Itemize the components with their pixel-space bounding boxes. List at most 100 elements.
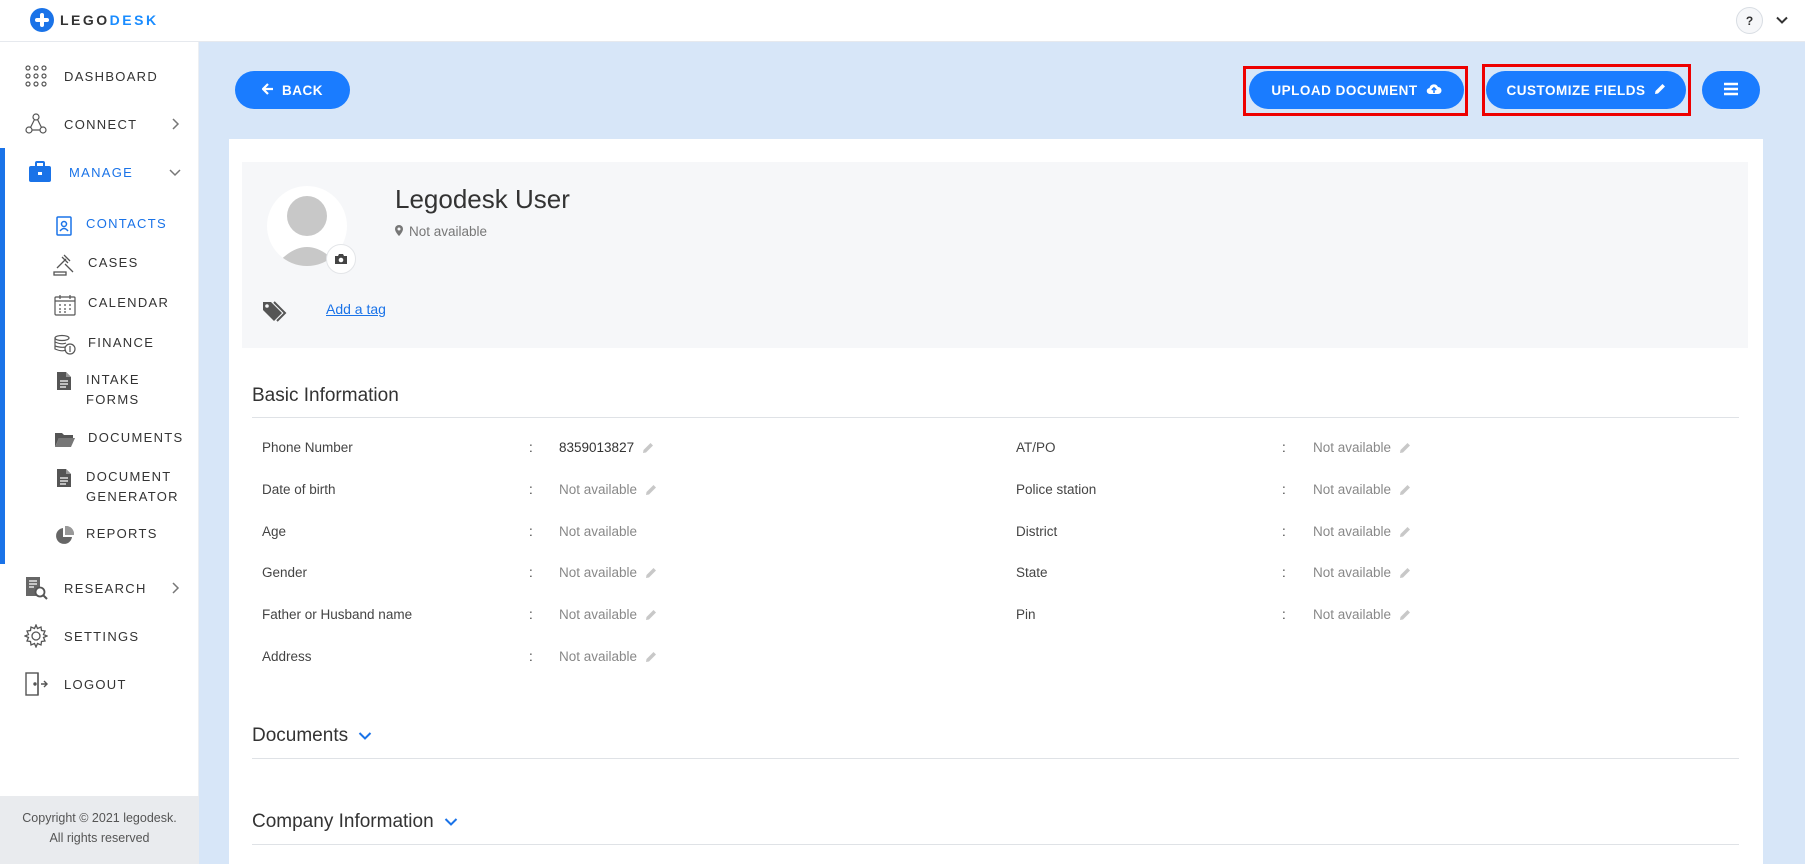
- field-value-district: Not available: [1313, 524, 1411, 539]
- sidebar-item-label: CONTACTS: [86, 216, 167, 231]
- upload-document-label: UPLOAD DOCUMENT: [1271, 82, 1418, 98]
- edit-pencil-icon[interactable]: [642, 442, 654, 454]
- section-toggle-company-information[interactable]: Company Information: [252, 811, 458, 833]
- chevron-down-icon[interactable]: [1772, 10, 1792, 30]
- sidebar-item-label: DASHBOARD: [64, 68, 159, 84]
- chevron-down-icon: [444, 811, 458, 833]
- field-value-phone-number: 8359013827: [559, 440, 654, 455]
- field-separator: :: [1282, 565, 1286, 580]
- sidebar-item-research[interactable]: RESEARCH: [0, 570, 199, 606]
- field-separator: :: [1282, 440, 1286, 455]
- sidebar-item-label: CASES: [88, 255, 139, 270]
- field-separator: :: [529, 440, 533, 455]
- document-icon: [52, 369, 76, 393]
- hamburger-menu-icon: [1723, 82, 1739, 99]
- active-section-indicator: [0, 148, 5, 564]
- sidebar-item-label: MANAGE: [69, 164, 134, 180]
- camera-icon[interactable]: [326, 244, 356, 274]
- sidebar-item-label: DOCUMENTS: [88, 430, 184, 445]
- field-separator: :: [529, 565, 533, 580]
- field-value-father-or-husband-name: Not available: [559, 607, 657, 622]
- profile-header: Legodesk User Not available Add a tag: [242, 162, 1748, 348]
- sidebar-item-label: DOCUMENT GENERATOR: [86, 469, 179, 504]
- contact-name: Legodesk User: [395, 184, 570, 214]
- contact-location: Not available: [395, 224, 487, 239]
- top-bar: LEGODESK ?: [0, 0, 1805, 42]
- section-title-company-information: Company Information: [252, 811, 434, 832]
- field-value-date-of-birth: Not available: [559, 482, 657, 497]
- edit-pencil-icon[interactable]: [1399, 609, 1411, 621]
- sidebar-item-dashboard[interactable]: DASHBOARD: [0, 58, 199, 94]
- gear-icon: [24, 624, 48, 648]
- field-label-date-of-birth: Date of birth: [262, 482, 336, 497]
- field-separator: :: [1282, 607, 1286, 622]
- section-divider: [252, 844, 1739, 845]
- network-icon: [24, 112, 48, 136]
- edit-pencil-icon[interactable]: [645, 484, 657, 496]
- field-label-at-po: AT/PO: [1016, 440, 1056, 455]
- sidebar-item-manage[interactable]: MANAGE: [0, 154, 199, 190]
- contact-card-icon: [52, 214, 76, 238]
- field-label-pin: Pin: [1016, 607, 1036, 622]
- copyright-notice: Copyright © 2021 legodesk. All rights re…: [0, 796, 199, 864]
- section-title-basic-information: Basic Information: [252, 385, 399, 406]
- grid-icon: [24, 64, 48, 88]
- add-tag-link[interactable]: Add a tag: [326, 301, 386, 317]
- sidebar-item-logout[interactable]: LOGOUT: [0, 666, 199, 702]
- back-button[interactable]: BACK: [235, 71, 350, 109]
- chevron-down-icon: [358, 725, 372, 747]
- pie-chart-icon: [52, 524, 76, 548]
- edit-pencil-icon[interactable]: [645, 609, 657, 621]
- sidebar-item-settings[interactable]: SETTINGS: [0, 618, 199, 654]
- edit-pencil-icon[interactable]: [1399, 567, 1411, 579]
- upload-document-button[interactable]: UPLOAD DOCUMENT: [1249, 71, 1464, 109]
- sidebar-item-label: REPORTS: [86, 526, 158, 541]
- sidebar-item-label: CONNECT: [64, 116, 138, 132]
- pencil-icon: [1654, 83, 1666, 98]
- section-divider: [252, 758, 1739, 759]
- document-icon: [52, 466, 76, 490]
- section-divider: [252, 417, 1739, 418]
- chevron-down-icon: [168, 165, 182, 179]
- field-value-gender: Not available: [559, 565, 657, 580]
- field-label-phone-number: Phone Number: [262, 440, 353, 455]
- customize-fields-label: CUSTOMIZE FIELDS: [1506, 82, 1646, 98]
- sidebar-item-label: LOGOUT: [64, 676, 127, 692]
- field-value-pin: Not available: [1313, 607, 1411, 622]
- field-value-state: Not available: [1313, 565, 1411, 580]
- chevron-right-icon: [168, 117, 182, 131]
- field-label-gender: Gender: [262, 565, 308, 580]
- field-separator: :: [1282, 524, 1286, 539]
- section-toggle-documents[interactable]: Documents: [252, 725, 372, 747]
- field-value-police-station: Not available: [1313, 482, 1411, 497]
- briefcase-icon: [28, 160, 52, 184]
- edit-pencil-icon[interactable]: [1399, 442, 1411, 454]
- map-pin-icon: [395, 224, 403, 239]
- sidebar-item-label: RESEARCH: [64, 580, 147, 596]
- sidebar-item-label: FINANCE: [88, 335, 155, 350]
- field-label-district: District: [1016, 524, 1058, 539]
- calendar-icon: [53, 293, 77, 317]
- field-label-police-station: Police station: [1016, 482, 1097, 497]
- sidebar-item-connect[interactable]: CONNECT: [0, 106, 199, 142]
- field-separator: :: [529, 524, 533, 539]
- field-separator: :: [529, 607, 533, 622]
- sidebar-item-label: CALENDAR: [88, 295, 170, 310]
- more-menu-button[interactable]: [1702, 71, 1760, 109]
- folder-icon: [53, 428, 77, 452]
- logo-icon: [30, 8, 54, 32]
- edit-pencil-icon[interactable]: [645, 567, 657, 579]
- tags-icon: [262, 300, 290, 324]
- sidebar-item-label: INTAKE FORMS: [86, 372, 140, 407]
- main-content: BACK UPLOAD DOCUMENT CUSTOMIZE FIELDS Le…: [199, 42, 1805, 864]
- field-separator: :: [529, 482, 533, 497]
- chevron-right-icon: [168, 581, 182, 595]
- customize-fields-button[interactable]: CUSTOMIZE FIELDS: [1486, 71, 1686, 109]
- help-button[interactable]: ?: [1736, 7, 1763, 34]
- edit-pencil-icon[interactable]: [1399, 484, 1411, 496]
- edit-pencil-icon[interactable]: [1399, 526, 1411, 538]
- legodesk-logo[interactable]: LEGODESK: [30, 8, 159, 32]
- field-separator: :: [529, 649, 533, 664]
- edit-pencil-icon[interactable]: [645, 651, 657, 663]
- cloud-upload-icon: [1426, 83, 1442, 98]
